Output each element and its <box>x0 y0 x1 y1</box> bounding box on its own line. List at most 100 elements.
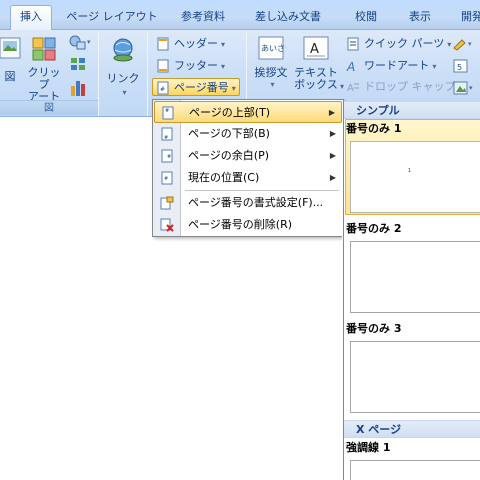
submenu-arrow-icon: ▶ <box>329 129 336 138</box>
wordart-label: ワードアート <box>364 59 430 72</box>
gallery-thumbnail: 1 <box>350 141 480 213</box>
page-top-gallery: シンプル 番号のみ 1 1 番号のみ 2 番号のみ 3 X ページ 強調線 1 <box>343 101 480 480</box>
gallery-thumbnail-number-only-3[interactable] <box>350 341 480 413</box>
quickparts-icon <box>347 37 359 51</box>
chevron-down-icon: ▾ <box>221 40 226 49</box>
svg-text:A: A <box>310 42 319 57</box>
chevron-down-icon: ▾ <box>221 62 226 71</box>
page-number-label: ページ番号 <box>174 81 229 94</box>
dropcap-button[interactable]: A ドロップ キャップ▾ <box>346 78 463 96</box>
svg-text:#: # <box>165 108 169 114</box>
group-separator <box>98 32 99 116</box>
signature-icon: ▾ <box>453 39 472 51</box>
link-label: リンク <box>106 72 140 85</box>
page-margin-number-icon: # <box>161 149 173 163</box>
current-position-number-icon: # <box>161 171 173 185</box>
menu-item-remove-page-numbers[interactable]: ページ番号の削除(R) <box>154 214 342 236</box>
chevron-down-icon: ▾ <box>432 62 437 71</box>
smartart-icon <box>71 58 85 70</box>
page-number-button[interactable]: # ページ番号 ▾ <box>152 78 240 96</box>
svg-text:▾: ▾ <box>87 38 91 46</box>
textbox-label: テキスト ボックス <box>294 66 338 91</box>
menu-item-label: ページの余白(P) <box>188 149 269 162</box>
link-button[interactable]: リンク ▾ <box>104 36 142 99</box>
submenu-arrow-icon: ▶ <box>328 108 335 117</box>
textbox-icon: A <box>303 36 329 60</box>
header-icon <box>157 37 169 51</box>
page-number-menu: # ページの上部(T) ▶ # ページの下部(B) ▶ # ページの余白(P) … <box>152 99 344 237</box>
page-top-number-icon: # <box>162 106 174 120</box>
clipart-button[interactable]: クリップ アート <box>26 36 62 103</box>
menu-separator <box>185 190 339 191</box>
quickparts-label: クイック パーツ <box>364 37 445 50</box>
gallery-item-label[interactable]: 強調線 1 <box>346 440 390 456</box>
menu-item-current-position[interactable]: # 現在の位置(C) ▶ <box>154 167 342 189</box>
tab-references[interactable]: 参考資料 <box>172 6 234 30</box>
smartart-button[interactable] <box>68 56 96 76</box>
gallery-item-label[interactable]: 番号のみ 3 <box>346 321 401 337</box>
gallery-item-label[interactable]: 番号のみ 2 <box>346 221 401 237</box>
header-label: ヘッダー <box>174 37 218 50</box>
svg-text:あいさつ: あいさつ <box>261 44 286 53</box>
tab-developer[interactable]: 開発 <box>452 6 480 30</box>
submenu-arrow-icon: ▶ <box>329 173 336 182</box>
tab-mailings[interactable]: 差し込み文書 <box>250 6 326 30</box>
menu-item-label: ページ番号の書式設定(F)... <box>188 196 324 209</box>
chevron-down-icon: ▾ <box>231 84 236 93</box>
svg-text:5: 5 <box>457 63 462 72</box>
illustrations-small-tools: ▾ <box>68 34 96 100</box>
tab-page-layout[interactable]: ページ レイアウト <box>66 6 158 30</box>
menu-item-page-margins[interactable]: # ページの余白(P) ▶ <box>154 145 342 167</box>
illustrations-group-label: 図 <box>0 100 98 115</box>
svg-text:#: # <box>167 154 171 160</box>
group-separator <box>147 32 148 116</box>
ribbon-tab-bar: 挿入 ページ レイアウト 参考資料 差し込み文書 校閲 表示 開発 <box>0 0 480 31</box>
picture-label: 図 <box>4 70 16 83</box>
greeting-icon: あいさつ <box>258 36 293 60</box>
menu-item-label: ページの下部(B) <box>188 127 270 140</box>
header-button[interactable]: ヘッダー ▾ <box>156 35 225 53</box>
quickparts-button[interactable]: クイック パーツ ▾ <box>346 35 451 53</box>
svg-text:#: # <box>164 176 168 182</box>
svg-text:A: A <box>347 83 354 94</box>
page-number-marker: 1 <box>408 168 412 174</box>
tab-insert[interactable]: 挿入 <box>10 5 52 31</box>
chevron-down-icon: ▾ <box>122 88 127 97</box>
picture-button[interactable]: 図 <box>0 36 24 83</box>
footer-button[interactable]: フッター ▾ <box>156 57 225 75</box>
gallery-thumbnail-number-only-2[interactable] <box>350 241 480 313</box>
menu-item-top-of-page[interactable]: # ページの上部(T) ▶ <box>154 101 342 123</box>
wordart-icon: A <box>346 60 355 73</box>
svg-text:#: # <box>160 86 165 93</box>
menu-item-bottom-of-page[interactable]: # ページの下部(B) ▶ <box>154 123 342 145</box>
shapes-button[interactable]: ▾ <box>68 34 96 54</box>
calendar-icon: 5 <box>453 59 468 73</box>
tab-view[interactable]: 表示 <box>400 6 440 30</box>
dropcap-icon: A <box>347 83 359 94</box>
chart-icon <box>71 81 85 96</box>
textbox-button[interactable]: A テキスト ボックス <box>294 34 338 91</box>
svg-text:▾: ▾ <box>469 84 473 92</box>
chevron-down-icon: ▾ <box>270 80 275 89</box>
wordart-button[interactable]: A ワードアート ▾ <box>346 57 436 75</box>
menu-item-label: ページ番号の削除(R) <box>188 218 293 231</box>
greeting-button[interactable]: あいさつ 挨拶文 ▾ <box>252 34 293 91</box>
menu-item-format-page-numbers[interactable]: ページ番号の書式設定(F)... <box>154 192 342 214</box>
menu-item-label: 現在の位置(C) <box>188 171 260 184</box>
dropcap-label: ドロップ キャップ <box>364 80 456 93</box>
picture-icon <box>0 37 21 59</box>
chevron-down-icon: ▾ <box>340 82 345 91</box>
gallery-item-label: 番号のみ 1 <box>346 122 402 135</box>
shapes-icon: ▾ <box>69 35 91 50</box>
remove-page-number-icon <box>160 218 174 232</box>
clipart-icon <box>32 37 56 61</box>
tab-review[interactable]: 校閲 <box>346 6 386 30</box>
svg-text:A: A <box>346 60 355 73</box>
greeting-label: 挨拶文 <box>254 66 288 79</box>
insert-object-button[interactable]: ▾ <box>452 80 478 99</box>
signature-line-button[interactable]: ▾ <box>452 36 478 55</box>
date-time-button[interactable]: 5 <box>452 58 472 77</box>
gallery-thumbnail-emphasis-1[interactable] <box>350 460 480 480</box>
svg-text:▾: ▾ <box>468 40 472 48</box>
chart-button[interactable] <box>68 78 96 100</box>
